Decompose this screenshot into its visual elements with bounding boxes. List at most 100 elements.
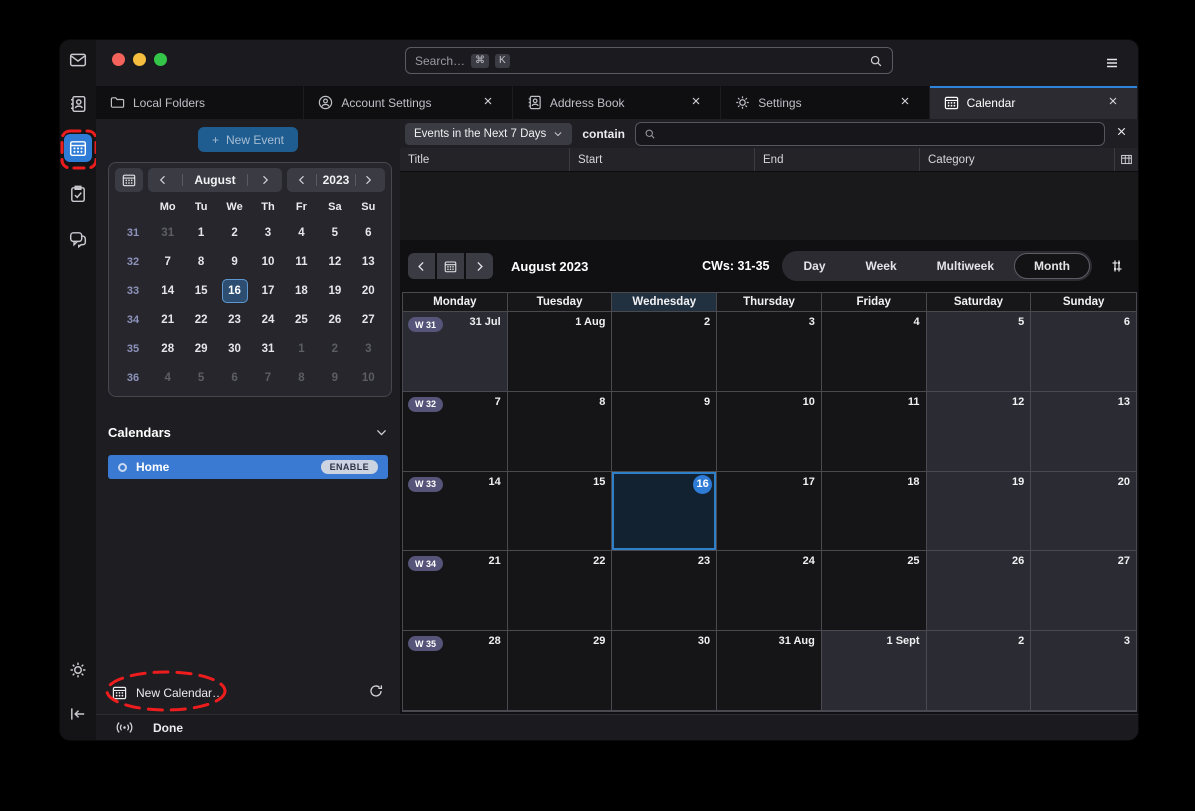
tab-local-folders[interactable]: Local Folders [96, 86, 304, 119]
event-list-empty[interactable] [400, 172, 1138, 240]
close-tab-button[interactable] [1107, 95, 1123, 111]
mini-day[interactable]: 8 [188, 250, 214, 274]
calendars-section-header[interactable]: Calendars [108, 425, 388, 440]
mini-day[interactable]: 27 [355, 308, 381, 332]
close-tab-button[interactable] [482, 95, 498, 111]
zoom-window-button[interactable] [154, 53, 167, 66]
enable-badge[interactable]: ENABLE [321, 460, 378, 474]
day-cell[interactable]: 13 [1031, 392, 1136, 472]
mini-day[interactable]: 1 [188, 221, 214, 245]
prev-year-button[interactable] [296, 173, 310, 187]
day-cell[interactable]: 22 [508, 551, 613, 631]
mini-day[interactable]: 3 [255, 221, 281, 245]
mini-day[interactable]: 23 [222, 308, 248, 332]
column-header[interactable]: Start [570, 148, 755, 171]
previous-period-button[interactable] [408, 253, 435, 279]
close-tab-button[interactable] [690, 95, 706, 111]
mini-day[interactable]: 16 [222, 279, 248, 303]
day-cell[interactable]: W 31 31 Jul [403, 312, 508, 392]
day-cell[interactable]: 6 [1031, 312, 1136, 392]
day-cell[interactable]: 17 [717, 472, 822, 552]
event-filter-dropdown[interactable]: Events in the Next 7 Days [405, 123, 572, 145]
mini-day[interactable]: 26 [322, 308, 348, 332]
close-window-button[interactable] [112, 53, 125, 66]
mini-day[interactable]: 4 [155, 366, 181, 390]
day-cell[interactable]: 3 [1031, 631, 1136, 711]
calendar-space-button[interactable] [64, 134, 92, 162]
day-cell[interactable]: 18 [822, 472, 927, 552]
mini-day[interactable]: 12 [322, 250, 348, 274]
day-cell[interactable]: 2 [927, 631, 1032, 711]
close-filter-button[interactable] [1115, 125, 1133, 143]
mini-day[interactable]: 7 [155, 250, 181, 274]
next-month-button[interactable] [259, 173, 273, 187]
mail-space-button[interactable] [64, 46, 92, 74]
mini-day[interactable]: 5 [322, 221, 348, 245]
mini-day[interactable]: 31 [155, 221, 181, 245]
tab-settings[interactable]: Settings [721, 86, 929, 119]
day-cell[interactable]: 1 Aug [508, 312, 613, 392]
view-tab[interactable]: Day [784, 253, 846, 279]
day-cell[interactable]: 3 [717, 312, 822, 392]
view-tab[interactable]: Week [846, 253, 917, 279]
day-cell[interactable]: W 35 28 [403, 631, 508, 711]
day-cell[interactable]: 11 [822, 392, 927, 472]
tasks-space-button[interactable] [64, 180, 92, 208]
mini-day[interactable]: 14 [155, 279, 181, 303]
day-cell[interactable]: 24 [717, 551, 822, 631]
mini-day[interactable]: 29 [188, 337, 214, 361]
mini-day[interactable]: 13 [355, 250, 381, 274]
global-search-bar[interactable]: Search… ⌘ K [405, 47, 893, 74]
mini-day[interactable]: 19 [322, 279, 348, 303]
mini-day[interactable]: 3 [355, 337, 381, 361]
day-cell[interactable]: 1 Sept [822, 631, 927, 711]
day-cell[interactable]: 29 [508, 631, 613, 711]
mini-day[interactable]: 30 [222, 337, 248, 361]
mini-day[interactable]: 22 [188, 308, 214, 332]
new-calendar-button[interactable]: New Calendar… [112, 685, 224, 700]
prev-month-button[interactable] [157, 173, 171, 187]
next-period-button[interactable] [466, 253, 493, 279]
day-cell[interactable]: 26 [927, 551, 1032, 631]
day-cell[interactable]: 16 [612, 472, 717, 552]
mini-day[interactable]: 2 [222, 221, 248, 245]
close-tab-button[interactable] [899, 95, 915, 111]
day-cell[interactable]: 19 [927, 472, 1032, 552]
mini-day[interactable]: 15 [188, 279, 214, 303]
mini-calendar-today-button[interactable] [115, 168, 143, 192]
mini-day[interactable]: 18 [288, 279, 314, 303]
event-search-input[interactable] [662, 127, 1096, 141]
mini-day[interactable]: 7 [255, 366, 281, 390]
day-cell[interactable]: 15 [508, 472, 613, 552]
address-book-space-button[interactable] [64, 90, 92, 118]
day-cell[interactable]: W 34 21 [403, 551, 508, 631]
day-cell[interactable]: 23 [612, 551, 717, 631]
mini-day[interactable]: 11 [288, 250, 314, 274]
day-cell[interactable]: 10 [717, 392, 822, 472]
view-tab[interactable]: Multiweek [917, 253, 1014, 279]
tab-address-book[interactable]: Address Book [513, 86, 721, 119]
day-cell[interactable]: 31 Aug [717, 631, 822, 711]
app-menu-button[interactable] [1098, 52, 1126, 74]
mini-day[interactable]: 17 [255, 279, 281, 303]
day-cell[interactable]: 27 [1031, 551, 1136, 631]
day-cell[interactable]: W 32 7 [403, 392, 508, 472]
chat-space-button[interactable] [64, 225, 92, 253]
day-cell[interactable]: 12 [927, 392, 1032, 472]
mini-day[interactable]: 6 [222, 366, 248, 390]
mini-day[interactable]: 9 [222, 250, 248, 274]
new-event-button[interactable]: + New Event [198, 127, 298, 152]
mini-day[interactable]: 4 [288, 221, 314, 245]
day-cell[interactable]: 5 [927, 312, 1032, 392]
tab-calendar[interactable]: Calendar [930, 86, 1138, 119]
settings-space-button[interactable] [64, 656, 92, 684]
event-search-box[interactable] [635, 122, 1105, 146]
rotate-view-button[interactable] [1104, 253, 1130, 279]
mini-day[interactable]: 2 [322, 337, 348, 361]
day-cell[interactable]: 8 [508, 392, 613, 472]
mini-day[interactable]: 25 [288, 308, 314, 332]
sync-calendars-button[interactable] [368, 683, 386, 701]
mini-day[interactable]: 10 [255, 250, 281, 274]
tab-account-settings[interactable]: Account Settings [304, 86, 512, 119]
mini-day[interactable]: 20 [355, 279, 381, 303]
